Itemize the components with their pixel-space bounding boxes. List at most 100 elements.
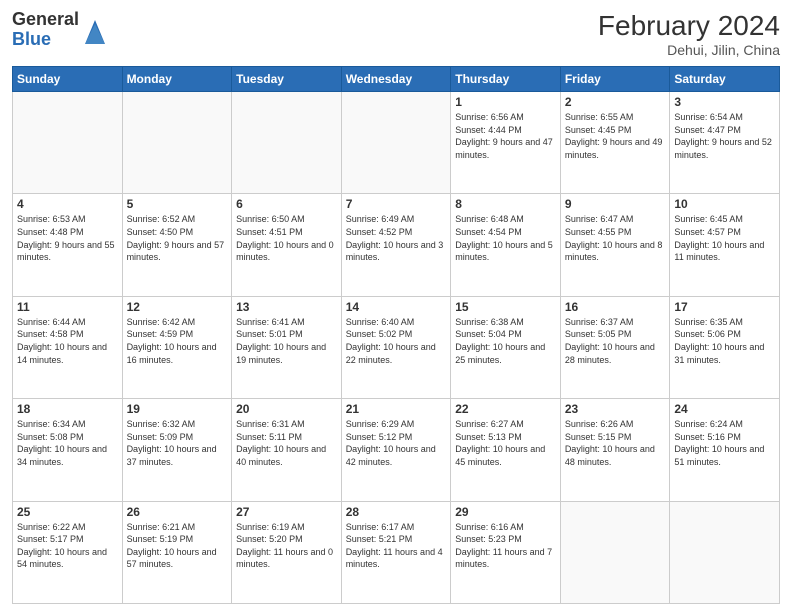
calendar-cell: 24 Sunrise: 6:24 AM Sunset: 5:16 PM Dayli… bbox=[670, 399, 780, 501]
calendar-cell: 8 Sunrise: 6:48 AM Sunset: 4:54 PM Daylig… bbox=[451, 194, 561, 296]
day-info: Sunrise: 6:54 AM Sunset: 4:47 PM Dayligh… bbox=[674, 111, 775, 161]
calendar-row-0: 1 Sunrise: 6:56 AM Sunset: 4:44 PM Daylig… bbox=[13, 92, 780, 194]
calendar-row-4: 25Sunrise: 6:22 AM Sunset: 5:17 PM Dayli… bbox=[13, 501, 780, 603]
day-number: 29 bbox=[455, 505, 556, 519]
day-number: 6 bbox=[236, 197, 337, 211]
calendar-cell: 3 Sunrise: 6:54 AM Sunset: 4:47 PM Daylig… bbox=[670, 92, 780, 194]
day-info: Sunrise: 6:49 AM Sunset: 4:52 PM Dayligh… bbox=[346, 213, 447, 263]
calendar-cell: 12 Sunrise: 6:42 AM Sunset: 4:59 PM Dayli… bbox=[122, 296, 232, 398]
calendar-cell bbox=[560, 501, 670, 603]
day-number: 10 bbox=[674, 197, 775, 211]
day-info: Sunrise: 6:32 AM Sunset: 5:09 PM Dayligh… bbox=[127, 418, 228, 468]
calendar-cell: 23 Sunrise: 6:26 AM Sunset: 5:15 PM Dayli… bbox=[560, 399, 670, 501]
day-info: Sunrise: 6:34 AM Sunset: 5:08 PM Dayligh… bbox=[17, 418, 118, 468]
calendar-cell: 13 Sunrise: 6:41 AM Sunset: 5:01 PM Dayli… bbox=[232, 296, 342, 398]
location: Dehui, Jilin, China bbox=[598, 42, 780, 58]
day-number: 27 bbox=[236, 505, 337, 519]
weekday-header-sunday: Sunday bbox=[13, 67, 123, 92]
day-info: Sunrise: 6:48 AM Sunset: 4:54 PM Dayligh… bbox=[455, 213, 556, 263]
day-number: 26 bbox=[127, 505, 228, 519]
calendar-cell bbox=[232, 92, 342, 194]
weekday-header-row: SundayMondayTuesdayWednesdayThursdayFrid… bbox=[13, 67, 780, 92]
calendar-cell: 17Sunrise: 6:35 AM Sunset: 5:06 PM Dayli… bbox=[670, 296, 780, 398]
weekday-header-saturday: Saturday bbox=[670, 67, 780, 92]
day-number: 12 bbox=[127, 300, 228, 314]
calendar-cell: 18 Sunrise: 6:34 AM Sunset: 5:08 PM Dayli… bbox=[13, 399, 123, 501]
day-info: Sunrise: 6:38 AM Sunset: 5:04 PM Dayligh… bbox=[455, 316, 556, 366]
weekday-header-thursday: Thursday bbox=[451, 67, 561, 92]
day-number: 7 bbox=[346, 197, 447, 211]
calendar-cell: 11 Sunrise: 6:44 AM Sunset: 4:58 PM Dayli… bbox=[13, 296, 123, 398]
calendar-cell: 5Sunrise: 6:52 AM Sunset: 4:50 PM Daylig… bbox=[122, 194, 232, 296]
day-number: 1 bbox=[455, 95, 556, 109]
day-number: 11 bbox=[17, 300, 118, 314]
day-number: 17 bbox=[674, 300, 775, 314]
day-number: 13 bbox=[236, 300, 337, 314]
day-info: Sunrise: 6:24 AM Sunset: 5:16 PM Dayligh… bbox=[674, 418, 775, 468]
calendar-row-3: 18 Sunrise: 6:34 AM Sunset: 5:08 PM Dayli… bbox=[13, 399, 780, 501]
day-number: 28 bbox=[346, 505, 447, 519]
day-info: Sunrise: 6:47 AM Sunset: 4:55 PM Dayligh… bbox=[565, 213, 666, 263]
calendar-row-2: 11 Sunrise: 6:44 AM Sunset: 4:58 PM Dayli… bbox=[13, 296, 780, 398]
logo-blue-text: Blue bbox=[12, 29, 51, 49]
day-number: 22 bbox=[455, 402, 556, 416]
day-number: 20 bbox=[236, 402, 337, 416]
day-info: Sunrise: 6:44 AM Sunset: 4:58 PM Dayligh… bbox=[17, 316, 118, 366]
calendar-cell: 19Sunrise: 6:32 AM Sunset: 5:09 PM Dayli… bbox=[122, 399, 232, 501]
logo-general-text: General bbox=[12, 9, 79, 29]
calendar-cell: 16 Sunrise: 6:37 AM Sunset: 5:05 PM Dayli… bbox=[560, 296, 670, 398]
day-info: Sunrise: 6:19 AM Sunset: 5:20 PM Dayligh… bbox=[236, 521, 337, 571]
day-number: 14 bbox=[346, 300, 447, 314]
day-number: 18 bbox=[17, 402, 118, 416]
calendar-cell bbox=[670, 501, 780, 603]
day-number: 4 bbox=[17, 197, 118, 211]
weekday-header-tuesday: Tuesday bbox=[232, 67, 342, 92]
day-info: Sunrise: 6:55 AM Sunset: 4:45 PM Dayligh… bbox=[565, 111, 666, 161]
day-info: Sunrise: 6:41 AM Sunset: 5:01 PM Dayligh… bbox=[236, 316, 337, 366]
day-info: Sunrise: 6:45 AM Sunset: 4:57 PM Dayligh… bbox=[674, 213, 775, 263]
day-number: 9 bbox=[565, 197, 666, 211]
calendar-cell: 28 Sunrise: 6:17 AM Sunset: 5:21 PM Dayli… bbox=[341, 501, 451, 603]
weekday-header-wednesday: Wednesday bbox=[341, 67, 451, 92]
day-number: 3 bbox=[674, 95, 775, 109]
calendar-cell: 2 Sunrise: 6:55 AM Sunset: 4:45 PM Daylig… bbox=[560, 92, 670, 194]
header: General Blue February 2024 Dehui, Jilin,… bbox=[12, 10, 780, 58]
calendar-cell: 7 Sunrise: 6:49 AM Sunset: 4:52 PM Daylig… bbox=[341, 194, 451, 296]
day-number: 24 bbox=[674, 402, 775, 416]
day-info: Sunrise: 6:17 AM Sunset: 5:21 PM Dayligh… bbox=[346, 521, 447, 571]
calendar-cell: 14 Sunrise: 6:40 AM Sunset: 5:02 PM Dayli… bbox=[341, 296, 451, 398]
day-info: Sunrise: 6:40 AM Sunset: 5:02 PM Dayligh… bbox=[346, 316, 447, 366]
day-info: Sunrise: 6:42 AM Sunset: 4:59 PM Dayligh… bbox=[127, 316, 228, 366]
calendar-cell: 9 Sunrise: 6:47 AM Sunset: 4:55 PM Daylig… bbox=[560, 194, 670, 296]
calendar-cell: 27 Sunrise: 6:19 AM Sunset: 5:20 PM Dayli… bbox=[232, 501, 342, 603]
calendar-cell bbox=[341, 92, 451, 194]
calendar-cell: 25Sunrise: 6:22 AM Sunset: 5:17 PM Dayli… bbox=[13, 501, 123, 603]
weekday-header-friday: Friday bbox=[560, 67, 670, 92]
day-info: Sunrise: 6:53 AM Sunset: 4:48 PM Dayligh… bbox=[17, 213, 118, 263]
day-info: Sunrise: 6:26 AM Sunset: 5:15 PM Dayligh… bbox=[565, 418, 666, 468]
calendar-cell: 22 Sunrise: 6:27 AM Sunset: 5:13 PM Dayli… bbox=[451, 399, 561, 501]
calendar-cell: 1 Sunrise: 6:56 AM Sunset: 4:44 PM Daylig… bbox=[451, 92, 561, 194]
month-title: February 2024 bbox=[598, 10, 780, 42]
day-number: 25 bbox=[17, 505, 118, 519]
day-number: 15 bbox=[455, 300, 556, 314]
calendar-cell bbox=[13, 92, 123, 194]
day-number: 21 bbox=[346, 402, 447, 416]
day-info: Sunrise: 6:52 AM Sunset: 4:50 PM Dayligh… bbox=[127, 213, 228, 263]
calendar-cell: 10 Sunrise: 6:45 AM Sunset: 4:57 PM Dayli… bbox=[670, 194, 780, 296]
day-info: Sunrise: 6:27 AM Sunset: 5:13 PM Dayligh… bbox=[455, 418, 556, 468]
day-info: Sunrise: 6:31 AM Sunset: 5:11 PM Dayligh… bbox=[236, 418, 337, 468]
calendar-row-1: 4 Sunrise: 6:53 AM Sunset: 4:48 PM Daylig… bbox=[13, 194, 780, 296]
day-info: Sunrise: 6:56 AM Sunset: 4:44 PM Dayligh… bbox=[455, 111, 556, 161]
day-number: 8 bbox=[455, 197, 556, 211]
weekday-header-monday: Monday bbox=[122, 67, 232, 92]
day-info: Sunrise: 6:50 AM Sunset: 4:51 PM Dayligh… bbox=[236, 213, 337, 263]
calendar-table: SundayMondayTuesdayWednesdayThursdayFrid… bbox=[12, 66, 780, 604]
logo-icon bbox=[83, 16, 107, 44]
calendar-cell: 20 Sunrise: 6:31 AM Sunset: 5:11 PM Dayli… bbox=[232, 399, 342, 501]
day-info: Sunrise: 6:37 AM Sunset: 5:05 PM Dayligh… bbox=[565, 316, 666, 366]
day-number: 2 bbox=[565, 95, 666, 109]
day-info: Sunrise: 6:16 AM Sunset: 5:23 PM Dayligh… bbox=[455, 521, 556, 571]
day-number: 16 bbox=[565, 300, 666, 314]
day-number: 23 bbox=[565, 402, 666, 416]
